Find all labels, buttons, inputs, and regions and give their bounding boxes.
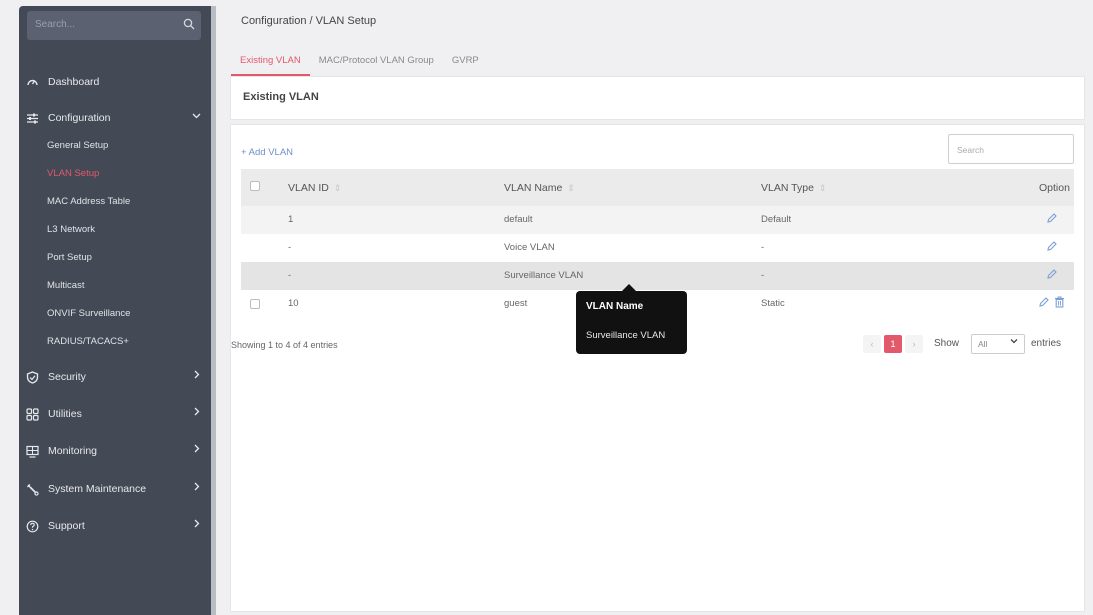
sidebar-item-dashboard[interactable]: Dashboard [19, 70, 211, 94]
cell-vlan-name: Voice VLAN [504, 242, 555, 253]
edit-icon[interactable] [1046, 240, 1058, 255]
prev-page-button[interactable]: ‹ [863, 335, 881, 353]
card-title: Existing VLAN [243, 91, 319, 103]
sidebar-item-configuration[interactable]: Configuration [19, 106, 211, 130]
wrench-icon [25, 482, 39, 496]
table-row: 1 default Default [241, 206, 1074, 234]
sort-icon: ⇕ [818, 183, 827, 193]
tab-gvrp[interactable]: GVRP [443, 46, 488, 76]
sidebar-item-label: Monitoring [48, 445, 98, 457]
add-vlan-button[interactable]: + Add VLAN [241, 147, 293, 158]
edit-icon[interactable] [1046, 268, 1058, 283]
sidebar-sub-general-setup[interactable]: General Setup [47, 140, 108, 151]
cell-vlan-name: guest [504, 298, 528, 309]
edit-icon[interactable] [1046, 212, 1058, 227]
header-vlan-name[interactable]: VLAN Name ⇕ [504, 182, 575, 194]
sidebar-item-label: Configuration [48, 112, 111, 124]
shield-icon [25, 370, 39, 384]
sidebar-item-label: Dashboard [48, 76, 100, 88]
tab-bar: Existing VLAN MAC/Protocol VLAN Group GV… [231, 46, 488, 76]
cell-vlan-id: - [288, 270, 292, 281]
help-icon [25, 519, 39, 533]
cell-vlan-id: - [288, 242, 292, 253]
breadcrumb: Configuration / VLAN Setup [241, 15, 377, 27]
tab-existing-vlan[interactable]: Existing VLAN [231, 46, 310, 76]
card-header: Existing VLAN [230, 76, 1085, 120]
sidebar-sub-multicast[interactable]: Multicast [47, 280, 84, 291]
sidebar-item-system-maintenance[interactable]: System Maintenance [19, 477, 211, 501]
cell-vlan-type: - [761, 270, 765, 281]
sidebar-item-label: Support [48, 520, 85, 532]
sidebar-item-utilities[interactable]: Utilities [19, 402, 211, 426]
cell-vlan-type: Static [761, 298, 785, 309]
sidebar-sub-l3-network[interactable]: L3 Network [47, 224, 95, 235]
grid-icon [25, 407, 39, 421]
vlan-table-card: + Add VLAN Search VLAN ID ⇕ VLAN Name ⇕ VL… [230, 124, 1085, 612]
chevron-right-icon [192, 444, 201, 456]
select-all-checkbox[interactable] [250, 181, 260, 191]
tab-mac-protocol-vlan-group[interactable]: MAC/Protocol VLAN Group [310, 46, 443, 76]
vlan-name-tooltip: VLAN Name Surveillance VLAN [576, 284, 687, 354]
cell-vlan-id: 1 [288, 214, 294, 225]
page-1-button[interactable]: 1 [884, 335, 902, 353]
dashboard-icon [25, 75, 39, 89]
sidebar-item-label: Security [48, 371, 86, 383]
header-option: Option [1039, 182, 1070, 194]
header-vlan-id[interactable]: VLAN ID ⇕ [288, 182, 341, 194]
chevron-right-icon [192, 519, 201, 531]
sidebar-search-placeholder: Search... [35, 19, 76, 30]
chevron-down-icon [1010, 337, 1018, 348]
chevron-right-icon [192, 407, 201, 419]
chevron-down-icon [192, 111, 201, 123]
sidebar-item-security[interactable]: Security [19, 365, 211, 389]
sidebar-search-input[interactable]: Search... [27, 11, 201, 40]
sidebar-item-label: System Maintenance [48, 483, 147, 495]
sidebar-sub-mac-address-table[interactable]: MAC Address Table [47, 196, 130, 207]
row-checkbox[interactable] [250, 299, 260, 309]
monitor-icon [25, 444, 39, 458]
sidebar-scrollbar[interactable] [211, 6, 216, 615]
cell-vlan-type: Default [761, 214, 792, 225]
sidebar-sub-port-setup[interactable]: Port Setup [47, 252, 92, 263]
search-icon[interactable] [183, 17, 195, 35]
cell-vlan-type: - [761, 242, 765, 253]
sort-icon: ⇕ [333, 183, 342, 193]
sidebar-sub-vlan-setup[interactable]: VLAN Setup [47, 168, 99, 179]
sidebar-item-monitoring[interactable]: Monitoring [19, 439, 211, 463]
delete-icon[interactable] [1054, 296, 1065, 311]
entries-select[interactable]: All [971, 334, 1025, 354]
next-page-button[interactable]: › [905, 335, 923, 353]
entries-label: entries [1031, 338, 1062, 349]
table-header: VLAN ID ⇕ VLAN Name ⇕ VLAN Type ⇕ Option [241, 169, 1074, 206]
tooltip-title: VLAN Name [586, 301, 644, 312]
entries-select-value: All [978, 339, 988, 349]
sidebar-item-support[interactable]: Support [19, 514, 211, 538]
chevron-right-icon [192, 370, 201, 382]
tooltip-value: Surveillance VLAN [586, 330, 666, 341]
sidebar-item-label: Utilities [48, 408, 82, 420]
cell-vlan-name: Surveillance VLAN [504, 270, 584, 281]
table-row: - Surveillance VLAN - [241, 262, 1074, 290]
show-label: Show [934, 338, 960, 349]
table-row: - Voice VLAN - [241, 234, 1074, 262]
cell-vlan-id: 10 [288, 298, 299, 309]
chevron-right-icon [192, 482, 201, 494]
edit-icon[interactable] [1038, 296, 1050, 311]
sort-icon: ⇕ [567, 183, 575, 193]
header-vlan-type[interactable]: VLAN Type ⇕ [761, 182, 826, 194]
sliders-icon [25, 111, 39, 125]
sidebar-sub-radius-tacacs[interactable]: RADIUS/TACACS+ [47, 336, 129, 347]
sidebar-sub-onvif-surveillance[interactable]: ONVIF Surveillance [47, 308, 130, 319]
cell-vlan-name: default [504, 214, 533, 225]
table-search-input[interactable]: Search [948, 134, 1074, 164]
sidebar: Search... Dashboard Configuration Genera… [19, 6, 216, 615]
